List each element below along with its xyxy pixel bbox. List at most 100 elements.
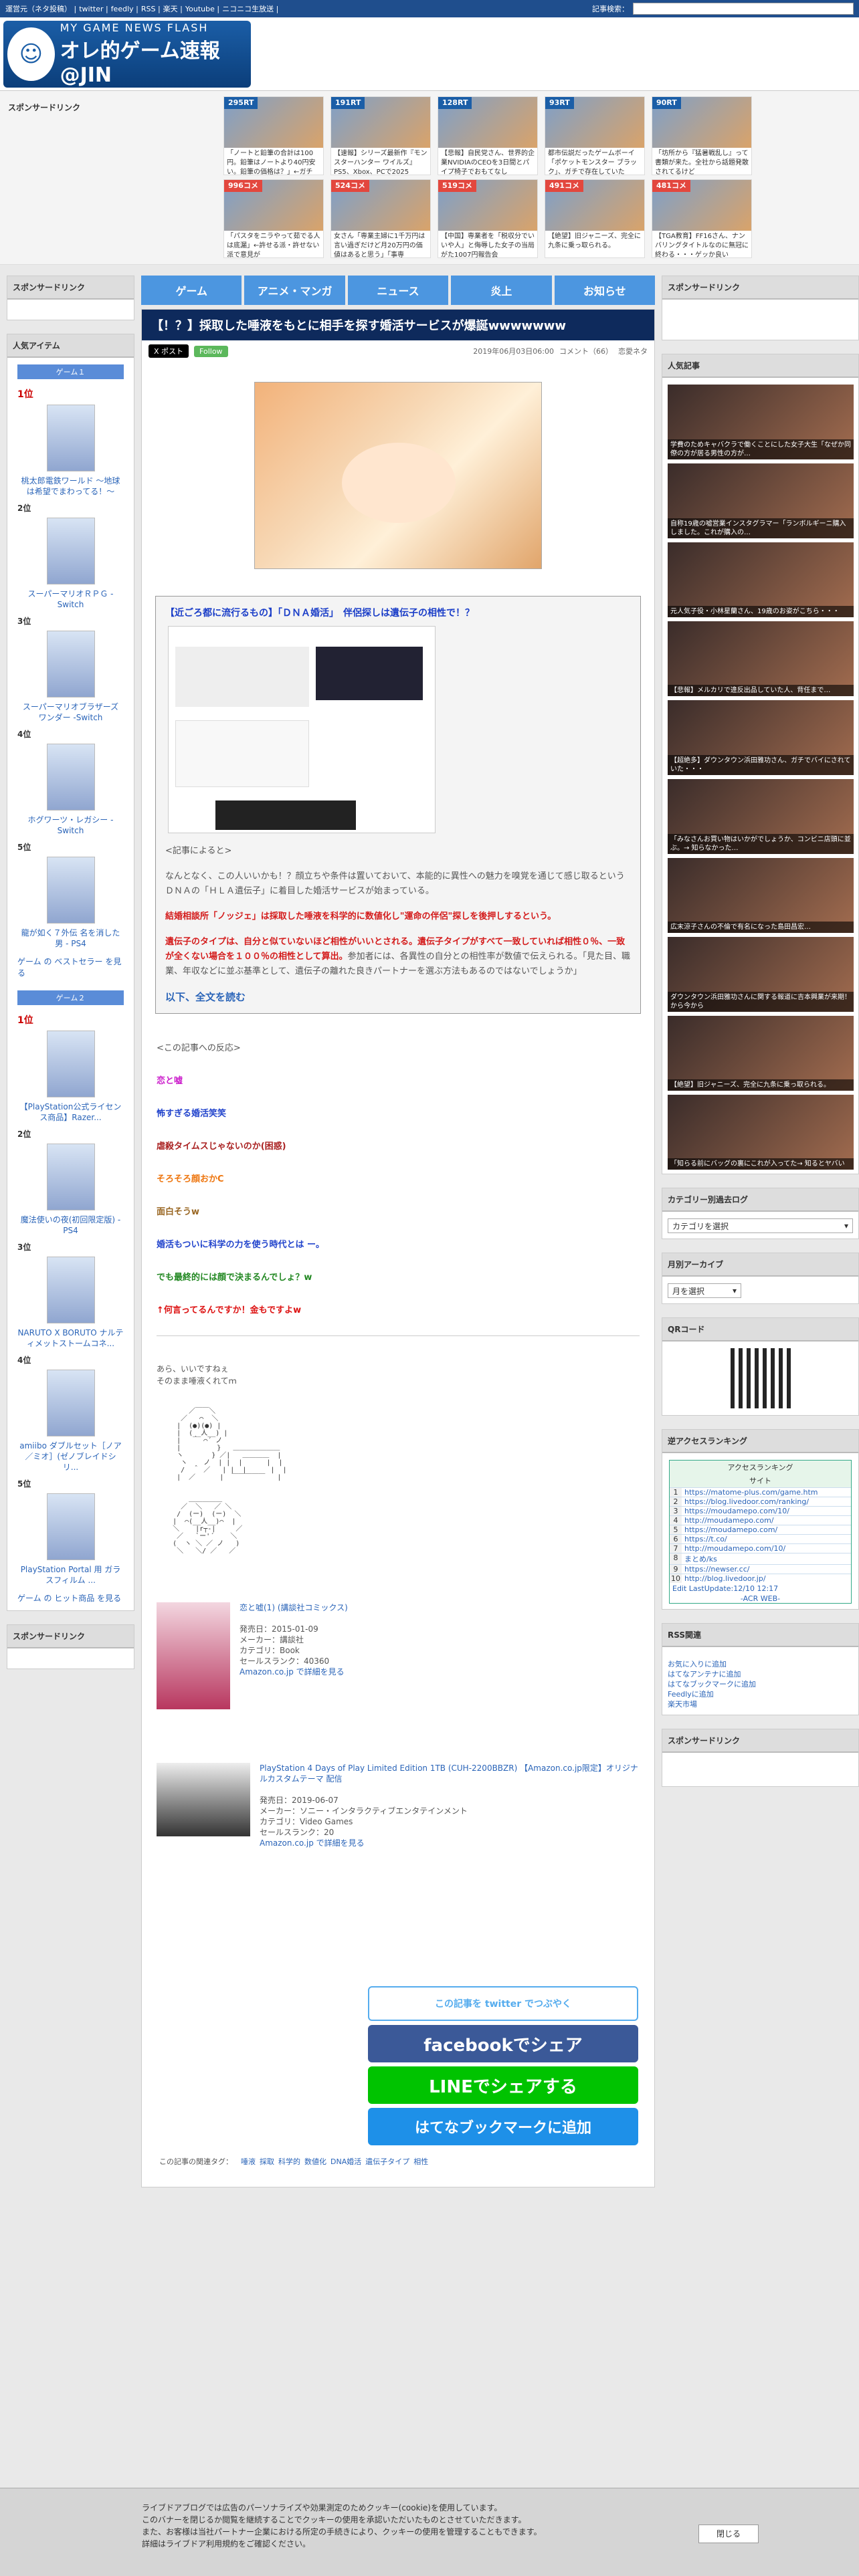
top-link[interactable]: Youtube | — [185, 5, 219, 13]
top-link[interactable]: 楽天 | — [163, 5, 183, 13]
popular-article[interactable]: 学費のためキャバクラで働くことにした女子大生「なぜか同僚の方が居る男性の方が… — [668, 385, 854, 459]
monthly-select[interactable]: 月を選択 ▾ — [668, 1283, 741, 1298]
feed-item[interactable]: 93RT 都市伝説だったゲームボーイ「ポケットモンスター ブラック」、ガチで存在し… — [545, 96, 645, 175]
nav-tab[interactable]: ゲーム — [141, 276, 242, 305]
tag-link[interactable]: 唾液 — [241, 2157, 256, 2166]
tag-link[interactable]: DNA婚活 — [330, 2157, 361, 2166]
rss-link[interactable]: 楽天市場 — [668, 1699, 853, 1709]
product-name[interactable]: スーパーマリオブラザーズ ワンダー -Switch — [17, 702, 124, 723]
top-link[interactable]: twitter | — [79, 5, 108, 13]
feed-item[interactable]: 128RT 【悲報】自民党さん、世界的企業NVIDIAのCEOを3日間とパイプ椅子… — [438, 96, 538, 175]
access-url[interactable]: https://moudamepo.com/10/ — [682, 1507, 789, 1515]
line-share-button[interactable]: LINEでシェアする — [368, 2066, 638, 2104]
rank-item[interactable]: 1位 【PlayStation公式ライセンス商品】Razer... — [7, 1010, 134, 1125]
top-link[interactable]: RSS | — [141, 5, 161, 13]
twitter-share-button[interactable]: この記事を twitter でつぶやく — [368, 1986, 638, 2021]
top-link[interactable]: ニコニコ生放送 | — [222, 5, 278, 13]
rss-link[interactable]: Feedlyに追加 — [668, 1689, 853, 1699]
popular-article[interactable]: 【超絶多】ダウンタウン浜田雅功さん、ガチでバイにされていた・・・ — [668, 700, 854, 775]
rank-item[interactable]: 2位 スーパーマリオＲＰＧ -Switch — [7, 500, 134, 613]
game1-more-link[interactable]: ゲーム の ベストセラー を見る — [7, 952, 134, 985]
access-url[interactable]: https://matome-plus.com/game.htm — [682, 1488, 818, 1497]
feed-item[interactable]: 191RT 【速報】シリーズ最新作『モンスターハンター ワイルズ』PS5、Xbox… — [330, 96, 431, 175]
category-select[interactable]: カテゴリを選択 ▾ — [668, 1218, 853, 1233]
product-name[interactable]: ホグワーツ・レガシー - Switch — [17, 815, 124, 836]
popular-article[interactable]: ダウンタウン浜田雅功さんに関する報道に吉本興業が来期！ から今から — [668, 937, 854, 1012]
tag-link[interactable]: 科学的 — [278, 2157, 300, 2166]
product-name[interactable]: PlayStation Portal 用 ガラスフィルム ... — [17, 1564, 124, 1586]
access-url[interactable]: https://newser.cc/ — [682, 1565, 749, 1574]
product-1-link[interactable]: Amazon.co.jp で詳細を見る — [240, 1667, 348, 1677]
rank-item[interactable]: 2位 魔法使いの夜(初回限定版) - PS4 — [7, 1125, 134, 1239]
feed-item[interactable]: 996コメ 「パスタをニラやって茹でる人は底漏」←許せる派・許せない派で意見が — [223, 179, 324, 258]
popular-article[interactable]: 【悲報】メルカリで違反出品していた人、背任まで… — [668, 621, 854, 696]
access-url[interactable]: https://t.co/ — [682, 1535, 727, 1543]
tag-link[interactable]: 数値化 — [304, 2157, 326, 2166]
rank-item[interactable]: 3位 スーパーマリオブラザーズ ワンダー -Switch — [7, 613, 134, 726]
site-logo[interactable]: ☺ MY GAME NEWS FLASH オレ的ゲーム速報@JIN — [3, 21, 251, 88]
search-input[interactable] — [633, 3, 854, 15]
access-url[interactable]: http://blog.livedoor.jp/ — [682, 1574, 766, 1583]
product-name[interactable]: 魔法使いの夜(初回限定版) - PS4 — [17, 1214, 124, 1236]
feed-item[interactable]: 519コメ 【中国】専業者を「税収分でいいや人」と侮辱した女子の当局がた1007円… — [438, 179, 538, 258]
product-name[interactable]: 【PlayStation公式ライセンス商品】Razer... — [17, 1101, 124, 1123]
rank-item[interactable]: 4位 ホグワーツ・レガシー - Switch — [7, 726, 134, 839]
rss-link[interactable]: お気に入りに追加 — [668, 1659, 853, 1669]
rank-item[interactable]: 5位 PlayStation Portal 用 ガラスフィルム ... — [7, 1475, 134, 1588]
facebook-share-label: facebookでシェア — [423, 2035, 583, 2056]
feed-item[interactable]: 524コメ 女さん「専業主婦に1千万円は言い過ぎだけど月20万円の価値はあると思う… — [330, 179, 431, 258]
access-url[interactable]: http://moudamepo.com/10/ — [682, 1544, 785, 1553]
cookie-close-button[interactable]: 閉じる — [698, 2525, 759, 2543]
access-ranking-pr[interactable]: -ACR WEB- — [670, 1594, 851, 1603]
facebook-share-button[interactable]: facebookでシェア — [368, 2025, 638, 2062]
tag-link[interactable]: 遺伝子タイプ — [365, 2157, 409, 2166]
source-screenshot[interactable] — [168, 626, 436, 833]
product-name[interactable]: スーパーマリオＲＰＧ -Switch — [17, 588, 124, 610]
game2-more-link[interactable]: ゲーム の ヒット商品 を見る — [7, 1588, 134, 1610]
feed-item[interactable]: 295RT 「ノートと鉛筆の合計は100円。鉛筆はノートより40円安い。鉛筆の価格… — [223, 96, 324, 175]
rss-link[interactable]: はてなブックマークに追加 — [668, 1679, 853, 1689]
popular-article[interactable]: 「みなさんお買い物はいかがでしょうか、コンビニ店頭に並ぶ。→ 知らなかった… — [668, 779, 854, 854]
hatena-share-button[interactable]: はてなブックマークに追加 — [368, 2108, 638, 2145]
feed-item[interactable]: 90RT 「坊所から『猛暑戦乱し』って書類が来た。全社から話題発散されてるけど — [652, 96, 752, 175]
rss-link[interactable]: はてなアンテナに追加 — [668, 1669, 853, 1679]
product-name[interactable]: NARUTO X BORUTO ナルティメットストームコネ... — [17, 1327, 124, 1349]
comment-count-link[interactable]: コメント（66） — [559, 346, 613, 356]
nav-tab[interactable]: アニメ・マンガ — [244, 276, 345, 305]
x-post-button[interactable]: X ポスト — [149, 344, 189, 358]
product-2-title[interactable]: PlayStation 4 Days of Play Limited Editi… — [260, 1763, 640, 1784]
access-ranking-footer[interactable]: Edit LastUpdate:12/10 12:17 — [670, 1583, 851, 1594]
popular-article[interactable]: 広末涼子さんの不倫で有名になった島田昌宏… — [668, 858, 854, 933]
nav-tab[interactable]: 炎上 — [451, 276, 552, 305]
top-link[interactable]: 運営元（ネタ投稿） | — [5, 5, 76, 13]
product-1-image[interactable] — [157, 1602, 230, 1709]
product-2-image[interactable] — [157, 1763, 250, 1836]
product-name[interactable]: amiibo ダブルセット［ノア／ミオ］(ゼノブレイドシリ... — [17, 1440, 124, 1473]
nav-tab[interactable]: お知らせ — [554, 276, 656, 305]
rank-item[interactable]: 1位 桃太郎電鉄ワールド ～地球は希望でまわってる！～ — [7, 385, 134, 500]
follow-button[interactable]: Follow — [194, 345, 228, 357]
nav-tab[interactable]: ニュース — [347, 276, 449, 305]
popular-article[interactable]: 元人気子役・小林星蘭さん、19歳のお姿がこちら・・・ — [668, 542, 854, 617]
popular-article[interactable]: 自称19歳の嘘営業インスタグラマー「ランボルギーニ購入しました。これが購入の… — [668, 463, 854, 538]
tag-link[interactable]: 相性 — [413, 2157, 428, 2166]
access-url[interactable]: https://blog.livedoor.com/ranking/ — [682, 1497, 809, 1506]
feed-item[interactable]: 481コメ 【TGA教育】FF16さん、ナンバリングタイトルなのに無冠に終わる・・… — [652, 179, 752, 258]
top-link[interactable]: feedly | — [111, 5, 138, 13]
rank-item[interactable]: 5位 龍が如く７外伝 名を消した男 - PS4 — [7, 839, 134, 952]
tag-link[interactable]: 採取 — [260, 2157, 274, 2166]
access-url[interactable]: http://moudamepo.com/ — [682, 1516, 774, 1525]
product-name[interactable]: 桃太郎電鉄ワールド ～地球は希望でまわってる！～ — [17, 475, 124, 497]
feed-item[interactable]: 491コメ 【絶望】旧ジャニーズ、完全に九条に乗っ取られる。 — [545, 179, 645, 258]
product-2-link[interactable]: Amazon.co.jp で詳細を見る — [260, 1838, 640, 1848]
read-more-link[interactable]: 以下、全文を読む — [165, 990, 631, 1004]
rank-item[interactable]: 3位 NARUTO X BORUTO ナルティメットストームコネ... — [7, 1239, 134, 1352]
access-url[interactable]: まとめ/ks — [682, 1553, 717, 1564]
popular-article[interactable]: 「知らる前にバッグの裏にこれが入ってた→ 知るとヤバい — [668, 1095, 854, 1170]
rank-item[interactable]: 4位 amiibo ダブルセット［ノア／ミオ］(ゼノブレイドシリ... — [7, 1352, 134, 1475]
product-name[interactable]: 龍が如く７外伝 名を消した男 - PS4 — [17, 928, 124, 949]
product-1-title[interactable]: 恋と嘘(1) (講談社コミックス) — [240, 1602, 348, 1613]
category-link[interactable]: 恋愛ネタ — [618, 346, 648, 356]
popular-article[interactable]: 【絶望】旧ジャニーズ、完全に九条に乗っ取られる。 — [668, 1016, 854, 1091]
access-url[interactable]: https://moudamepo.com/ — [682, 1525, 777, 1534]
